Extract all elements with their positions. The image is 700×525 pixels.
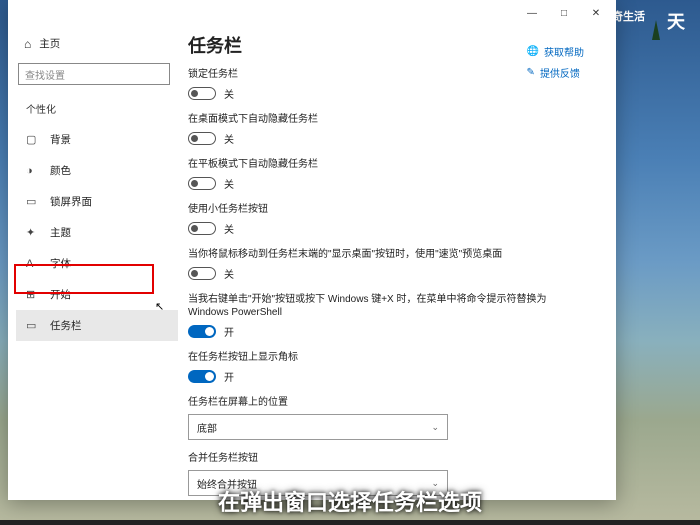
- help-icon: 🌐: [527, 46, 539, 57]
- maximize-button[interactable]: □: [548, 2, 580, 24]
- feedback-link[interactable]: ✎提供反馈: [527, 65, 584, 80]
- home-label: 主页: [39, 36, 60, 51]
- sidebar-item-label: 颜色: [50, 163, 71, 178]
- toggle-powershell[interactable]: [188, 325, 216, 338]
- sidebar: ⌂ 主页 查找设置 个性化 ▢ 背景 ◑ 颜色 ▭ 锁屏界面 ✦ 主题: [8, 26, 178, 500]
- sidebar-item-background[interactable]: ▢ 背景: [16, 124, 178, 155]
- sidebar-item-label: 任务栏: [50, 318, 82, 333]
- toggle-autohide-tablet[interactable]: [188, 177, 216, 190]
- brand-text: 奇生活: [612, 8, 645, 24]
- sidebar-item-taskbar[interactable]: ▭ 任务栏: [16, 310, 178, 341]
- setting-label: 合并任务栏按钮: [188, 452, 588, 465]
- desktop-text: 天: [667, 8, 685, 34]
- feedback-icon: ✎: [527, 67, 535, 78]
- background-icon: ▢: [26, 133, 40, 146]
- setting-label: 任务栏在屏幕上的位置: [188, 396, 588, 409]
- help-link[interactable]: 🌐获取帮助: [527, 44, 584, 59]
- setting-small-buttons: 使用小任务栏按钮 关: [188, 203, 588, 236]
- setting-autohide-tablet: 在平板模式下自动隐藏任务栏 关: [188, 158, 588, 191]
- titlebar: — □ ✕: [8, 0, 616, 26]
- sidebar-item-label: 背景: [50, 132, 71, 147]
- toggle-state: 关: [224, 176, 234, 191]
- toggle-state: 开: [224, 369, 234, 384]
- sidebar-item-colors[interactable]: ◑ 颜色: [16, 155, 178, 186]
- sidebar-item-themes[interactable]: ✦ 主题: [16, 217, 178, 248]
- toggle-state: 关: [224, 131, 234, 146]
- taskbar-icon: ▭: [26, 319, 40, 332]
- setting-label: 在桌面模式下自动隐藏任务栏: [188, 113, 588, 126]
- search-placeholder: 查找设置: [25, 67, 65, 82]
- setting-peek: 当你将鼠标移动到任务栏末端的"显示桌面"按钮时，使用"速览"预览桌面 关: [188, 248, 588, 281]
- toggle-badges[interactable]: [188, 370, 216, 383]
- setting-label: 使用小任务栏按钮: [188, 203, 588, 216]
- sidebar-item-fonts[interactable]: A 字体: [16, 248, 178, 279]
- lockscreen-icon: ▭: [26, 195, 40, 208]
- setting-label: 在任务栏按钮上显示角标: [188, 351, 588, 364]
- themes-icon: ✦: [26, 226, 40, 239]
- sidebar-item-label: 主题: [50, 225, 71, 240]
- right-links: 🌐获取帮助 ✎提供反馈: [527, 44, 584, 86]
- toggle-small-buttons[interactable]: [188, 222, 216, 235]
- toggle-state: 关: [224, 266, 234, 281]
- start-icon: ⊞: [26, 288, 40, 301]
- setting-position: 任务栏在屏幕上的位置 底部 ⌄: [188, 396, 588, 440]
- setting-label: 当你将鼠标移动到任务栏末端的"显示桌面"按钮时，使用"速览"预览桌面: [188, 248, 588, 261]
- content-area: 任务栏 🌐获取帮助 ✎提供反馈 锁定任务栏 关 在桌面模式下自动隐藏任务栏 关 …: [178, 26, 616, 500]
- sidebar-item-label: 锁屏界面: [50, 194, 92, 209]
- toggle-peek[interactable]: [188, 267, 216, 280]
- search-input[interactable]: 查找设置: [18, 63, 170, 85]
- setting-powershell: 当我右键单击"开始"按钮或按下 Windows 键+X 时，在菜单中将命令提示符…: [188, 293, 588, 339]
- settings-window: — □ ✕ ⌂ 主页 查找设置 个性化 ▢ 背景 ◑ 颜色 ▭ 锁屏界面: [8, 0, 616, 500]
- setting-autohide-desktop: 在桌面模式下自动隐藏任务栏 关: [188, 113, 588, 146]
- setting-label: 在平板模式下自动隐藏任务栏: [188, 158, 588, 171]
- dropdown-value: 底部: [197, 420, 217, 435]
- subtitle-caption: 在弹出窗口选择任务栏选项: [218, 485, 482, 517]
- home-icon: ⌂: [24, 37, 31, 51]
- sidebar-item-label: 字体: [50, 256, 71, 271]
- close-button[interactable]: ✕: [580, 2, 612, 24]
- toggle-lock-taskbar[interactable]: [188, 87, 216, 100]
- setting-label: 当我右键单击"开始"按钮或按下 Windows 键+X 时，在菜单中将命令提示符…: [188, 293, 588, 319]
- sidebar-item-lockscreen[interactable]: ▭ 锁屏界面: [16, 186, 178, 217]
- colors-icon: ◑: [26, 165, 40, 177]
- section-title: 个性化: [16, 95, 178, 124]
- toggle-state: 关: [224, 221, 234, 236]
- sidebar-home[interactable]: ⌂ 主页: [16, 30, 178, 57]
- toggle-autohide-desktop[interactable]: [188, 132, 216, 145]
- sidebar-item-start[interactable]: ⊞ 开始: [16, 279, 178, 310]
- toggle-state: 关: [224, 86, 234, 101]
- minimize-button[interactable]: —: [516, 2, 548, 24]
- sidebar-item-label: 开始: [50, 287, 71, 302]
- fonts-icon: A: [26, 258, 40, 270]
- toggle-state: 开: [224, 324, 234, 339]
- chevron-down-icon: ⌄: [431, 422, 439, 433]
- setting-badges: 在任务栏按钮上显示角标 开: [188, 351, 588, 384]
- taskbar[interactable]: [0, 520, 700, 525]
- dropdown-position[interactable]: 底部 ⌄: [188, 414, 448, 440]
